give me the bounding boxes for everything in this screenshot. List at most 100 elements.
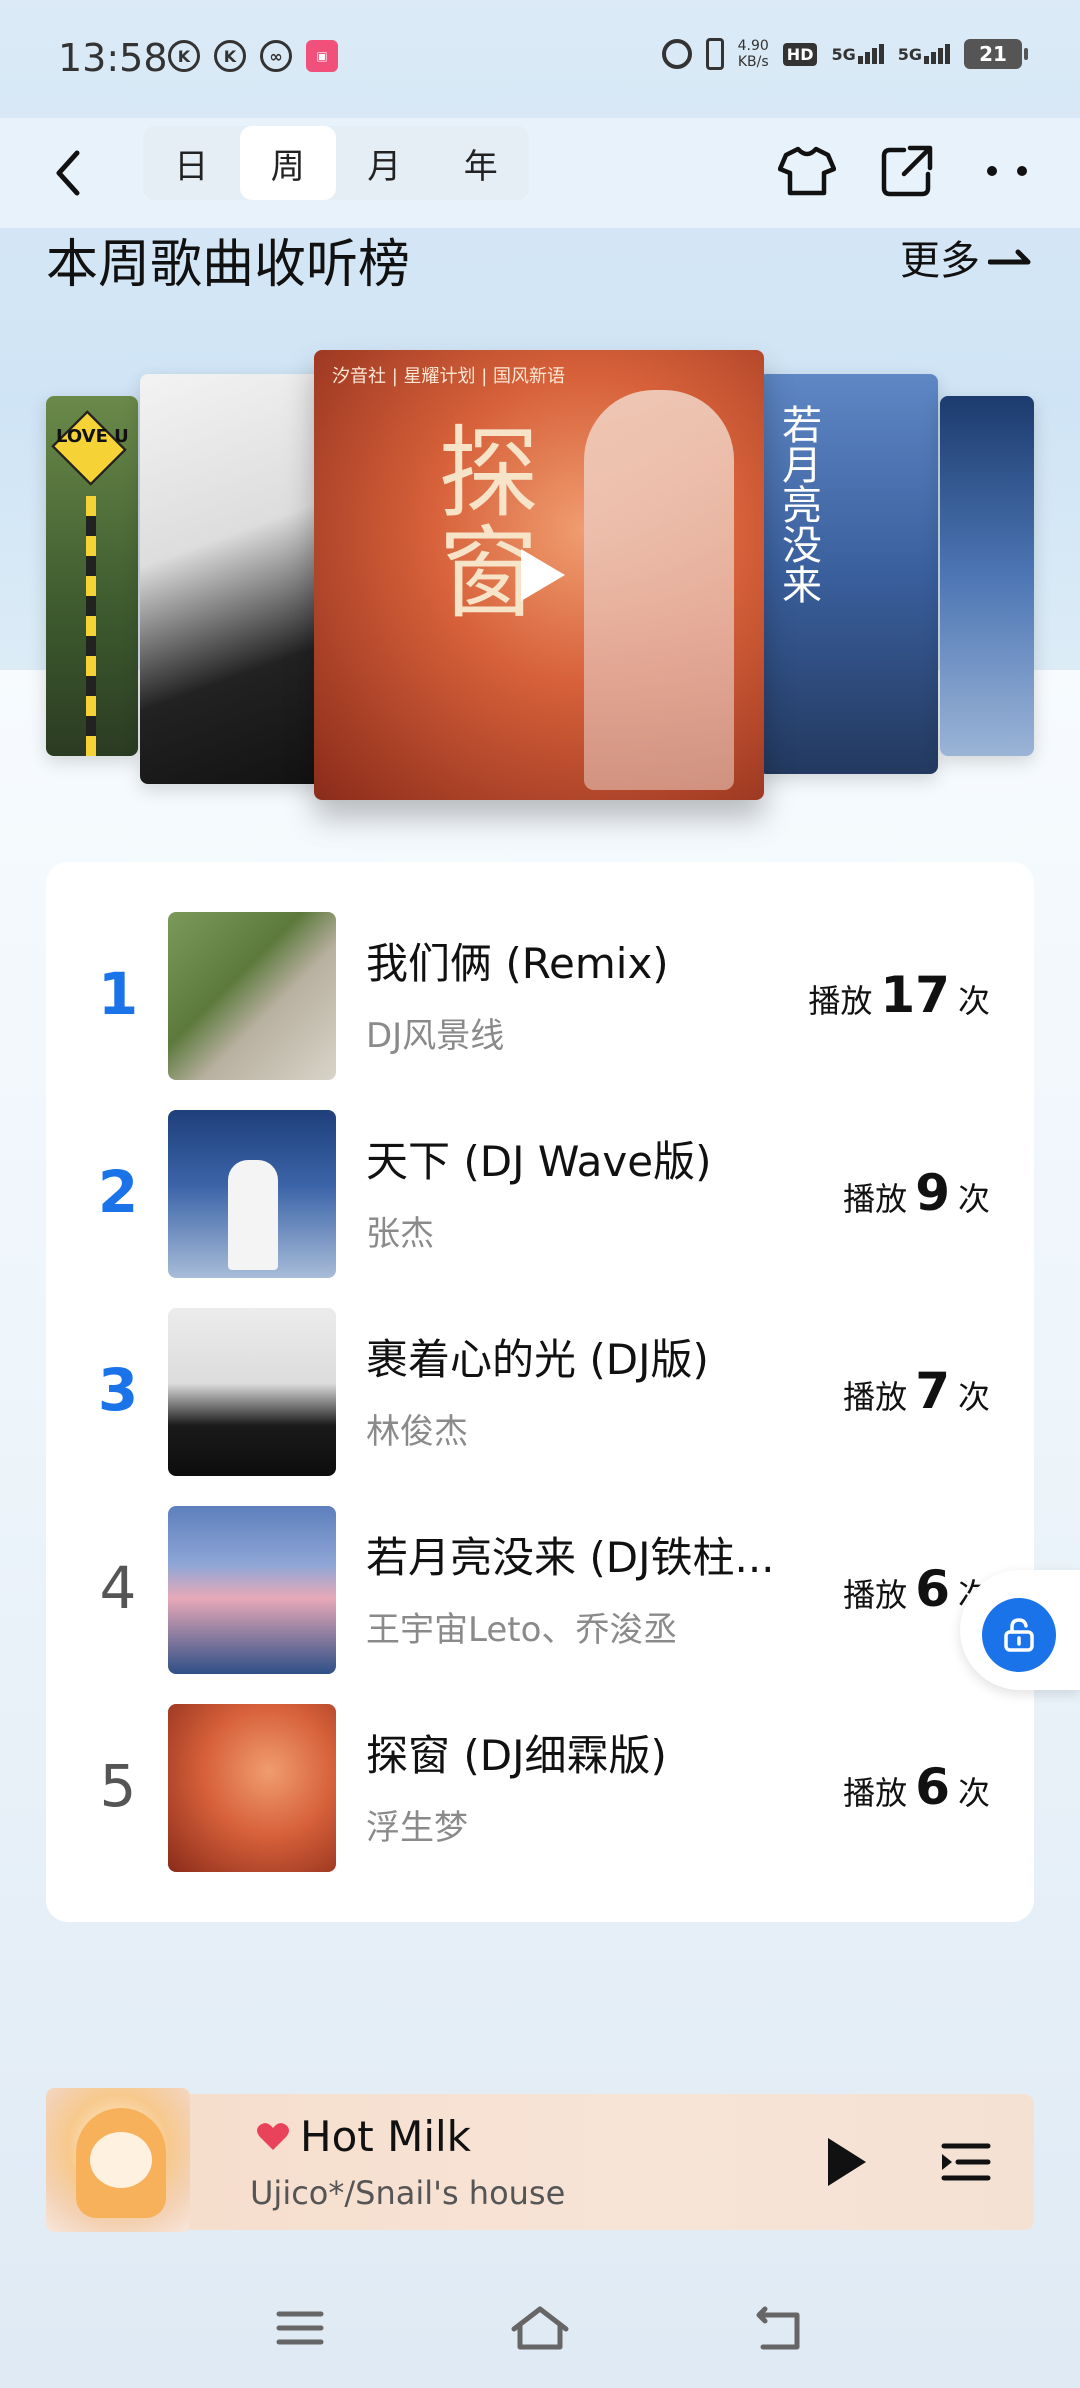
system-nav-bar: [0, 2268, 1080, 2388]
rank-number: 2: [97, 1158, 139, 1226]
unlock-button-inner: [982, 1598, 1056, 1672]
song-artist: 林俊杰: [366, 1412, 468, 1452]
rank-number: 1: [97, 960, 139, 1028]
signal-bars-icon: [924, 44, 950, 64]
sign-pole: [86, 496, 96, 756]
bilibili-icon: ▣: [306, 40, 338, 72]
plays-count: 6: [915, 1758, 950, 1816]
song-artist: 浮生梦: [366, 1808, 468, 1848]
signal-1: 5G: [831, 44, 884, 64]
love-sign-shape: [51, 410, 127, 486]
song-artist: DJ风景线: [366, 1016, 505, 1056]
plays-prefix: 播放: [843, 1774, 908, 1812]
plays-prefix: 播放: [843, 1180, 908, 1218]
k-app-icon: K: [168, 40, 200, 72]
plays-prefix: 播放: [843, 1576, 908, 1614]
home-icon: [511, 2306, 569, 2350]
tab-year[interactable]: 年: [433, 126, 530, 200]
carousel-card-4[interactable]: 若月亮没来: [758, 374, 938, 774]
song-cover: [168, 1308, 336, 1476]
cover-face-shape: [90, 2132, 152, 2188]
nav-menu-button[interactable]: [265, 2298, 335, 2358]
net-speed-value: 4.90: [737, 38, 769, 54]
link-app-icon: ∞: [260, 40, 292, 72]
mini-player[interactable]: Hot Milk Ujico*/Snail's house: [46, 2088, 1034, 2232]
play-count: 播放 7 次: [843, 1362, 990, 1420]
tab-week[interactable]: 周: [239, 126, 336, 200]
list-item[interactable]: 1 我们俩 (Remix) DJ风景线 播放 17 次: [46, 912, 1034, 1082]
plays-prefix: 播放: [843, 1378, 908, 1416]
plays-suffix: 次: [957, 1774, 990, 1812]
nav-back-icon: [756, 2306, 800, 2350]
song-title: 我们俩 (Remix): [366, 939, 669, 988]
period-segmented-control: 日 周 月 年: [143, 126, 529, 200]
plays-count: 7: [915, 1362, 950, 1420]
share-button[interactable]: [872, 136, 942, 206]
plays-count: 17: [880, 966, 950, 1024]
player-cover[interactable]: [46, 2088, 190, 2232]
tab-day[interactable]: 日: [143, 126, 240, 200]
carousel-card-5[interactable]: [940, 396, 1034, 756]
k-app-icon-2: K: [214, 40, 246, 72]
theme-button[interactable]: [772, 136, 842, 206]
list-item[interactable]: 5 探窗 (DJ细霖版) 浮生梦 播放 6 次: [46, 1704, 1034, 1874]
player-song-title: Hot Milk: [300, 2112, 471, 2161]
notification-icons: K K ∞ ▣: [168, 40, 338, 72]
plays-suffix: 次: [957, 1378, 990, 1416]
nav-home-button[interactable]: [505, 2298, 575, 2358]
carousel-card-2[interactable]: [140, 374, 340, 784]
unlock-icon: [1004, 1618, 1034, 1652]
list-item[interactable]: 2 天下 (DJ Wave版) 张杰 播放 9 次: [46, 1110, 1034, 1280]
system-icons: 4.90 KB/s HD 5G 5G 21: [661, 38, 1028, 70]
ranking-list: 1 我们俩 (Remix) DJ风景线 播放 17 次 2 天下 (DJ Wav…: [46, 862, 1034, 1922]
playlist-icon[interactable]: [936, 2132, 996, 2192]
play-count: 播放 17 次: [808, 966, 990, 1024]
plays-count: 9: [915, 1164, 950, 1222]
player-title: Hot Milk: [256, 2112, 471, 2161]
status-time: 13:58: [58, 36, 168, 80]
back-button[interactable]: [38, 138, 98, 208]
net-speed: 4.90 KB/s: [738, 38, 769, 70]
section-title: 本周歌曲收听榜: [46, 235, 411, 295]
play-count: 播放 6 次: [843, 1758, 990, 1816]
theme-shirt-icon: [778, 146, 836, 196]
signal-2-label: 5G: [897, 45, 922, 64]
center-cover-label: 汐音社 | 星耀计划 | 国风新语: [332, 366, 566, 387]
player-artist: Ujico*/Snail's house: [250, 2174, 566, 2212]
unlock-float-button[interactable]: [960, 1570, 1080, 1690]
signal-1-label: 5G: [831, 45, 856, 64]
play-icon[interactable]: [509, 545, 569, 605]
album-carousel[interactable]: LOVE U 若月亮没来 汐音社 | 星耀计划 | 国风新语 探窗: [0, 340, 1080, 820]
play-icon[interactable]: [816, 2132, 876, 2192]
more-label: 更多: [900, 238, 980, 284]
back-icon: [56, 150, 80, 196]
rank-number: 3: [97, 1356, 139, 1424]
song-title: 天下 (DJ Wave版): [366, 1137, 712, 1186]
heart-icon[interactable]: [256, 2122, 290, 2152]
song-cover: [168, 1704, 336, 1872]
vibrate-icon: [705, 38, 724, 70]
rank-number: 4: [99, 1554, 137, 1622]
plays-suffix: 次: [957, 1180, 990, 1218]
list-item[interactable]: 4 若月亮没来 (DJ铁柱... 王宇宙Leto、乔浚丞 播放 6 次: [46, 1506, 1034, 1676]
arrow-right-icon: [988, 249, 1031, 265]
figure-shape: [584, 390, 734, 790]
carousel-card-1[interactable]: LOVE U: [46, 396, 138, 756]
alarm-icon: [661, 39, 692, 69]
list-item[interactable]: 3 裹着心的光 (DJ版) 林俊杰 播放 7 次: [46, 1308, 1034, 1478]
card-4-text: 若月亮没来: [775, 404, 821, 604]
signal-2: 5G: [898, 44, 950, 64]
play-count: 播放 9 次: [843, 1164, 990, 1222]
carousel-card-center[interactable]: 汐音社 | 星耀计划 | 国风新语 探窗: [314, 350, 764, 800]
song-artist: 张杰: [366, 1214, 434, 1254]
status-bar: 13:58 K K ∞ ▣ 4.90 KB/s HD 5G 5G 21: [0, 0, 1080, 118]
song-cover: [168, 912, 336, 1080]
nav-back-button[interactable]: [745, 2298, 815, 2358]
more-link[interactable]: 更多: [900, 228, 1034, 286]
tab-month[interactable]: 月: [336, 126, 433, 200]
menu-icon: [276, 2311, 324, 2345]
more-button[interactable]: [972, 136, 1042, 206]
net-speed-unit: KB/s: [737, 54, 769, 70]
cover-figure-shape: [228, 1160, 278, 1270]
song-title: 探窗 (DJ细霖版): [366, 1731, 667, 1780]
